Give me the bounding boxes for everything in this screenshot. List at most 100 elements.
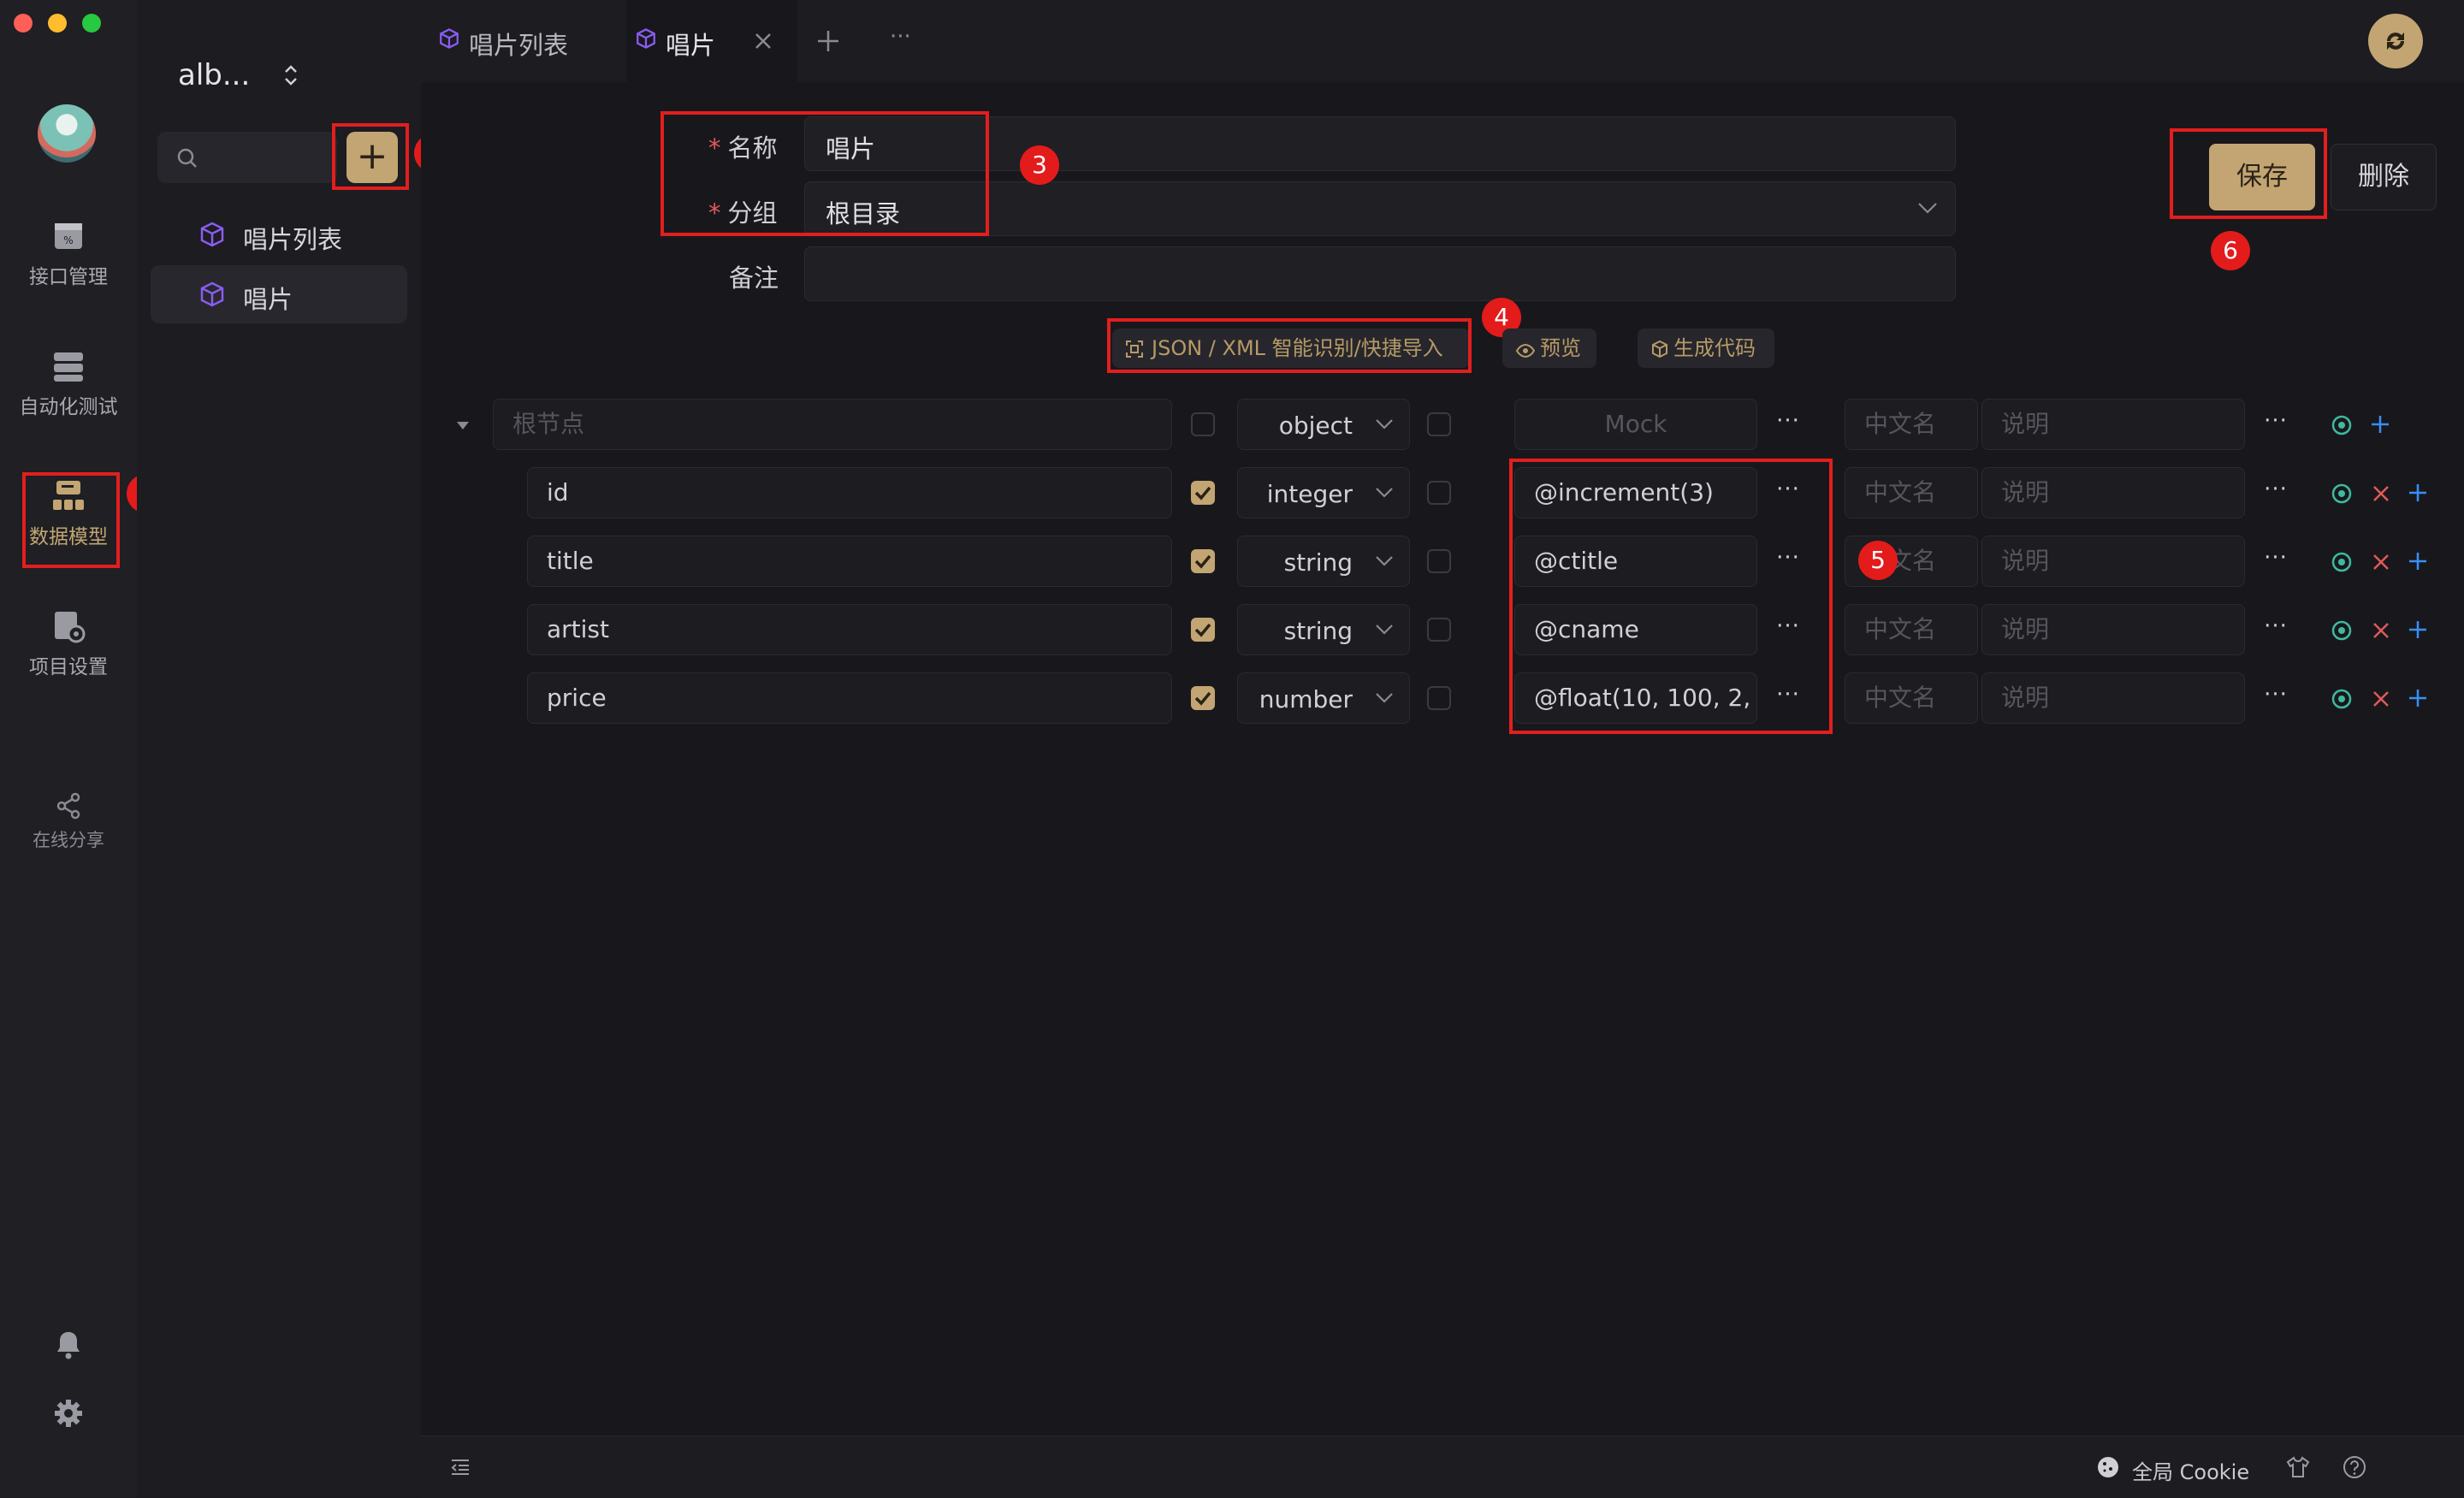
add-child-icon[interactable] [2370,414,2390,435]
settings-doc-icon [55,612,86,643]
sync-icon [2387,33,2404,50]
new-tab-icon[interactable] [816,29,840,53]
nullable-checkbox[interactable] [1427,618,1451,642]
required-checkbox[interactable] [1191,481,1215,505]
required-checkbox[interactable] [1191,686,1215,710]
global-cookie-button[interactable]: 全局 Cookie [2132,1455,2249,1485]
type-select[interactable]: number [1237,672,1410,724]
automation-icon [54,352,83,382]
window-minimize-dot[interactable] [48,14,67,33]
field-name-input[interactable]: title [527,536,1172,587]
desc-more-button[interactable]: ··· [2250,604,2301,655]
type-value: object [1278,412,1353,440]
caret-down-icon[interactable] [455,419,471,431]
root-nullable-checkbox[interactable] [1427,412,1451,436]
gear-icon[interactable] [53,1398,84,1429]
close-icon[interactable] [753,31,773,51]
rail-item-api[interactable]: % 接口管理 [0,219,137,289]
desc-input[interactable]: 说明 [1981,536,2245,587]
root-cn-name-field[interactable]: 中文名 [1845,399,1978,450]
search-icon [177,148,197,168]
tree-item-label: 唱片 [243,285,293,314]
delete-field-icon[interactable] [2372,553,2390,571]
rail-label-settings: 项目设置 [29,656,108,678]
sync-button[interactable] [2368,14,2423,68]
root-name-field[interactable]: 根节点 [493,399,1172,450]
rail-item-share[interactable]: 在线分享 [0,792,137,852]
advanced-settings-icon[interactable] [2331,551,2353,573]
desc-more-button[interactable]: ··· [2250,467,2301,518]
advanced-settings-icon[interactable] [2331,619,2353,642]
advanced-settings-icon[interactable] [2331,688,2353,710]
search-input[interactable] [157,132,337,183]
type-select[interactable]: integer [1237,467,1410,518]
root-type-select[interactable]: object [1237,399,1410,450]
annotation-box-2 [332,123,409,190]
required-checkbox[interactable] [1191,549,1215,573]
field-name-input[interactable]: artist [527,604,1172,655]
add-sibling-icon[interactable] [2408,551,2428,571]
chevron-down-icon [1918,203,1937,214]
avatar[interactable] [38,104,96,163]
annotation-box-5 [1509,459,1833,734]
rail-item-settings[interactable]: 项目设置 [0,609,137,679]
tab-label: 唱片列表 [469,31,569,60]
outdent-icon[interactable] [450,1457,471,1477]
desc-more-button[interactable]: ··· [2250,536,2301,587]
project-switcher[interactable]: alb... [178,58,299,92]
root-required-checkbox[interactable] [1191,412,1215,436]
type-value: integer [1266,480,1353,508]
field-name-input[interactable]: price [527,672,1172,724]
nullable-checkbox[interactable] [1427,549,1451,573]
cn-name-input[interactable]: 中文名 [1845,672,1978,724]
nullable-checkbox[interactable] [1427,481,1451,505]
codegen-button[interactable]: 生成代码 [1638,329,1774,368]
tree-item[interactable]: 唱片列表 [151,205,407,263]
window-close-dot[interactable] [14,14,33,33]
chevron-down-icon [1376,488,1393,498]
window-zoom-dot[interactable] [82,14,101,33]
rail-label-api: 接口管理 [29,266,108,288]
add-sibling-icon[interactable] [2408,483,2428,503]
help-icon[interactable] [2343,1455,2366,1479]
cube-icon [200,222,224,247]
desc-input[interactable]: 说明 [1981,604,2245,655]
api-icon: % [55,223,82,249]
desc-more-button[interactable]: ··· [2250,672,2301,724]
advanced-settings-icon[interactable] [2331,414,2353,436]
delete-field-icon[interactable] [2372,690,2390,708]
desc-input[interactable]: 说明 [1981,672,2245,724]
cn-name-input[interactable]: 中文名 [1845,604,1978,655]
add-sibling-icon[interactable] [2408,688,2428,708]
delete-field-icon[interactable] [2372,484,2390,503]
nullable-checkbox[interactable] [1427,686,1451,710]
delete-button[interactable]: 删除 [2331,144,2437,210]
desc-input[interactable]: 说明 [1981,467,2245,518]
root-desc-field[interactable]: 说明 [1981,399,2245,450]
field-name-input[interactable]: id [527,467,1172,518]
tab-bar: 唱片列表 唱片 ··· [421,0,2464,83]
tab-model-active[interactable]: 唱片 [626,0,797,82]
bell-icon[interactable] [53,1329,84,1360]
tabs-more-button[interactable]: ··· [890,24,911,50]
cn-name-input[interactable]: 中文名 [1845,467,1978,518]
remark-field[interactable] [804,246,1956,301]
rail-label-share: 在线分享 [33,830,104,850]
annotation-badge-5: 5 [1858,541,1898,580]
rail-item-automation[interactable]: 自动化测试 [0,349,137,419]
delete-field-icon[interactable] [2372,621,2390,640]
type-select[interactable]: string [1237,604,1410,655]
advanced-settings-icon[interactable] [2331,483,2353,505]
chevron-down-icon [1376,693,1393,703]
type-select[interactable]: string [1237,536,1410,587]
add-sibling-icon[interactable] [2408,619,2428,640]
shirt-icon[interactable] [2286,1455,2310,1479]
required-checkbox[interactable] [1191,618,1215,642]
codegen-label: 生成代码 [1673,336,1756,360]
desc-more-button[interactable]: ··· [2250,399,2301,450]
tree-item-selected[interactable]: 唱片 [151,265,407,323]
root-mock-field[interactable]: Mock [1514,399,1757,450]
mock-more-button[interactable]: ··· [1762,399,1814,450]
tab-model-list[interactable]: 唱片列表 [421,0,626,82]
preview-button[interactable]: 预览 [1502,329,1596,368]
